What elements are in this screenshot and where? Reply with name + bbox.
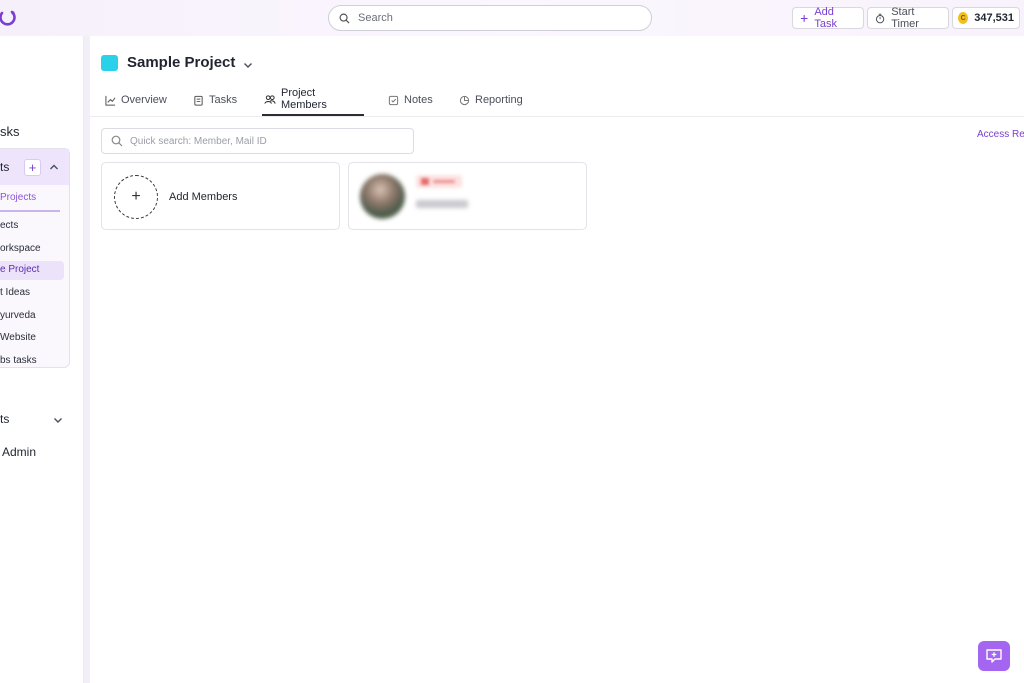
project-color-swatch: [101, 55, 118, 71]
chat-sparkle-icon: [986, 649, 1002, 663]
tab-reporting[interactable]: Reporting: [459, 84, 523, 116]
top-bar: Search Add Task Start Timer C 347,531: [0, 0, 1024, 36]
tab-notes[interactable]: Notes: [388, 84, 433, 116]
feedback-button[interactable]: [978, 641, 1010, 671]
search-icon: [111, 135, 123, 147]
note-icon: [388, 95, 399, 105]
stopwatch-icon: [875, 13, 885, 23]
add-members-card[interactable]: + Add Members: [101, 162, 340, 230]
role-badge: [416, 175, 462, 188]
tab-project-members[interactable]: Project Members: [262, 84, 364, 116]
tab-label: Project Members: [280, 87, 327, 111]
chart-line-icon: [105, 95, 116, 106]
app-logo-icon[interactable]: [0, 9, 16, 27]
sidebar-project-item[interactable]: yurveda: [0, 310, 36, 321]
sidebar-project-item[interactable]: t Ideas: [0, 287, 30, 298]
access-requests-link[interactable]: Access Re: [977, 129, 1024, 140]
sidebar-project-item-active[interactable]: e Project: [0, 261, 64, 280]
add-member-button[interactable]: +: [114, 175, 158, 219]
chevron-up-icon[interactable]: [48, 161, 60, 173]
add-task-button[interactable]: Add Task: [792, 6, 864, 30]
search-placeholder: Search: [358, 12, 393, 24]
coins-balance[interactable]: C 347,531: [952, 7, 1020, 29]
sidebar: sks ts + Projects ects orkspace e Projec…: [0, 36, 84, 683]
sidebar-project-item[interactable]: orkspace: [0, 243, 41, 254]
page-title: Sample Project: [127, 54, 236, 71]
sidebar-projects-sublabel[interactable]: Projects: [0, 192, 36, 203]
sidebar-projects-group: ts + Projects ects orkspace e Project t …: [0, 148, 70, 368]
avatar: [360, 174, 405, 219]
coin-icon: C: [958, 12, 969, 24]
chevron-down-icon[interactable]: [242, 59, 254, 71]
member-card[interactable]: [348, 162, 587, 230]
add-members-label: Add Members: [169, 191, 238, 203]
search-icon: [339, 13, 350, 24]
tab-label: Tasks: [209, 94, 238, 106]
member-search-placeholder: Quick search: Member, Mail ID: [130, 135, 267, 147]
sidebar-item-admin[interactable]: Admin: [2, 445, 36, 459]
pie-chart-icon: [459, 95, 470, 105]
sidebar-divider: [0, 210, 60, 212]
add-task-label: Add Task: [814, 6, 837, 30]
sidebar-project-item[interactable]: bs tasks: [0, 355, 37, 366]
clipboard-icon: [194, 95, 203, 106]
sidebar-gutter: [84, 36, 90, 683]
sidebar-item-reports[interactable]: ts: [0, 412, 9, 426]
tab-label: Notes: [404, 94, 433, 106]
global-search-input[interactable]: Search: [328, 5, 652, 31]
plus-icon: [800, 14, 808, 22]
start-timer-label: Start Timer: [891, 6, 919, 30]
member-name-redacted: [416, 200, 468, 208]
sidebar-projects-header-label: ts: [0, 160, 10, 174]
sidebar-item-tasks[interactable]: sks: [0, 124, 20, 139]
chevron-down-icon[interactable]: [52, 414, 64, 426]
coins-value: 347,531: [974, 12, 1014, 24]
tab-label: Overview: [121, 94, 167, 106]
sidebar-project-item[interactable]: Website: [0, 332, 36, 343]
tab-overview[interactable]: Overview: [105, 84, 167, 116]
users-icon: [264, 94, 276, 104]
start-timer-button[interactable]: Start Timer: [867, 6, 949, 30]
member-search-input[interactable]: Quick search: Member, Mail ID: [101, 128, 414, 154]
project-tabs: Overview Tasks Project Members Notes Rep…: [90, 84, 1024, 117]
sidebar-project-item[interactable]: ects: [0, 220, 18, 231]
tab-tasks[interactable]: Tasks: [193, 84, 237, 116]
add-project-button[interactable]: +: [24, 159, 41, 176]
tab-label: Reporting: [475, 94, 523, 106]
